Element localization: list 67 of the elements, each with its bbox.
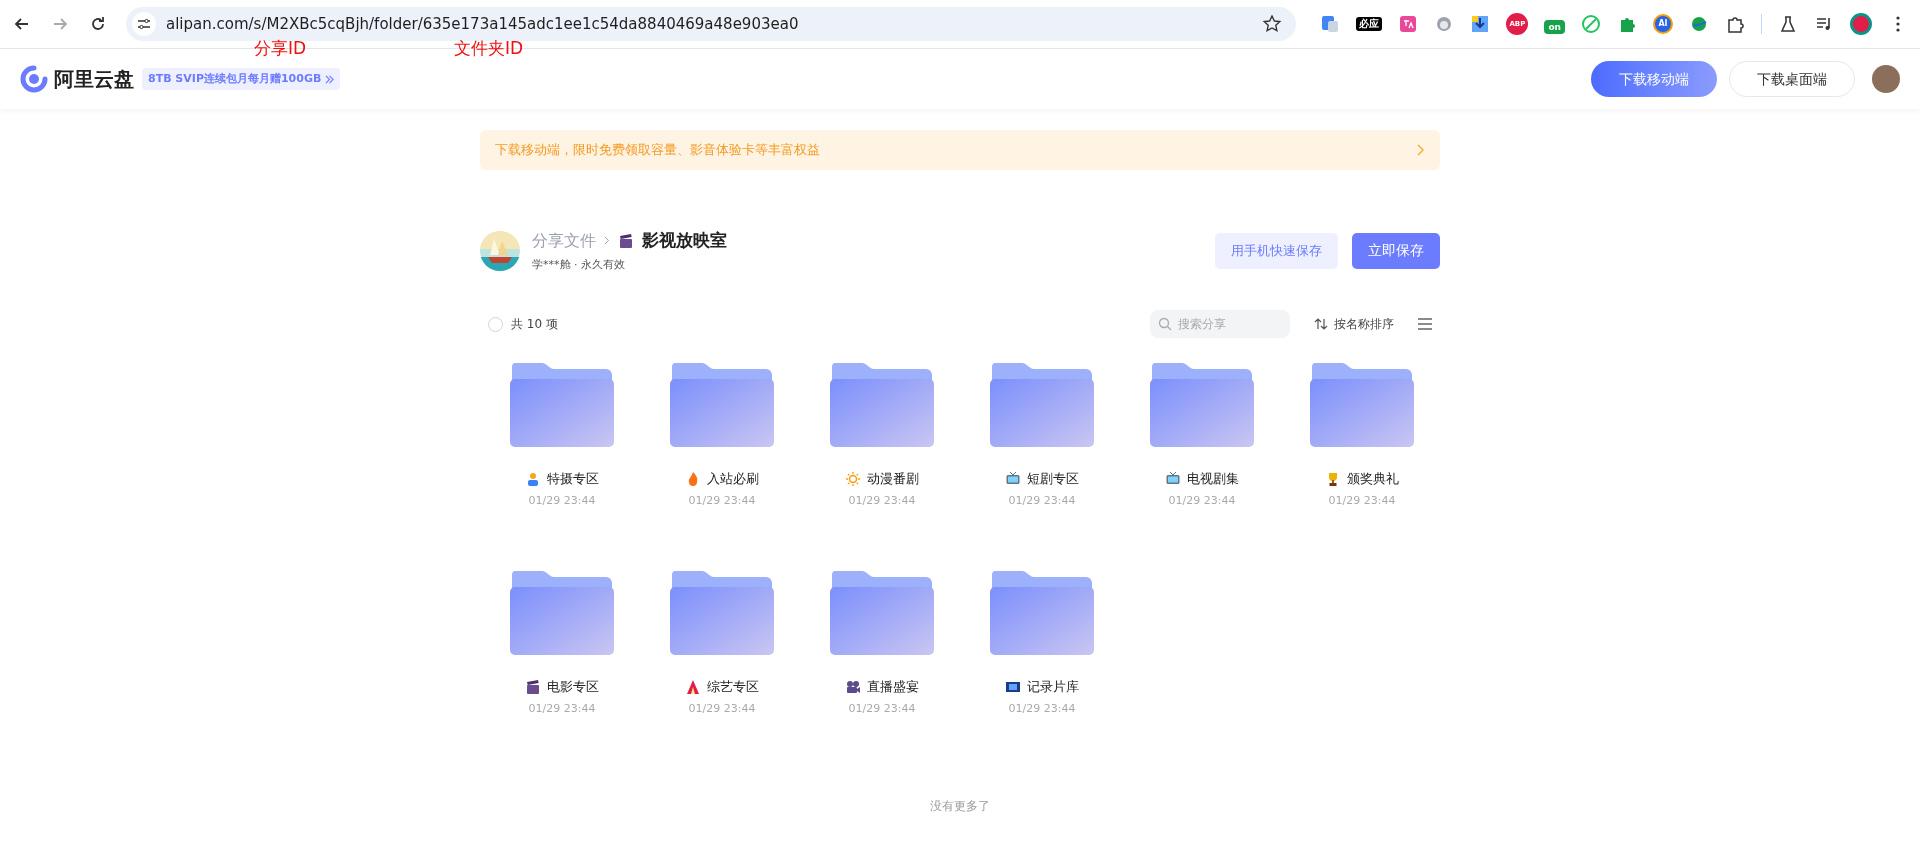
- share-meta: 学***舱 · 永久有效: [532, 256, 626, 273]
- camera-icon: [845, 678, 861, 695]
- folder-date: 01/29 23:44: [1008, 700, 1076, 717]
- banner-text: 下载移动端，限时免费领取容量、影音体验卡等丰富权益: [495, 141, 821, 160]
- folder-title: 影视放映室: [642, 229, 727, 252]
- folder-icon[interactable]: [670, 363, 774, 447]
- leaf-icon[interactable]: [1581, 14, 1601, 34]
- folder-date: 01/29 23:44: [1008, 492, 1076, 509]
- item-count: 共 10 项: [511, 316, 558, 333]
- folder-date: 01/29 23:44: [1168, 492, 1236, 509]
- extension-icon[interactable]: AI: [1653, 14, 1673, 34]
- folder-name[interactable]: 电影专区: [547, 677, 599, 697]
- clapperboard-icon: [525, 678, 541, 695]
- extension-icon[interactable]: [1398, 14, 1419, 34]
- folder-icon[interactable]: [510, 571, 614, 655]
- chevron-right-icon: [1417, 144, 1425, 156]
- logo-icon: [20, 65, 48, 93]
- tv-icon: [1005, 470, 1021, 487]
- folder-date: 01/29 23:44: [688, 492, 756, 509]
- sort-button[interactable]: 按名称排序: [1314, 315, 1394, 333]
- folder-date: 01/29 23:44: [1328, 492, 1396, 509]
- folder-name[interactable]: 短剧专区: [1027, 469, 1079, 489]
- tent-icon: [685, 678, 701, 695]
- folder-name[interactable]: 直播盛宴: [867, 677, 919, 697]
- profile-avatar[interactable]: [1850, 13, 1872, 35]
- folder-icon[interactable]: [670, 571, 774, 655]
- search-field[interactable]: 搜索分享: [1150, 310, 1290, 338]
- folder-name[interactable]: 动漫番剧: [867, 469, 919, 489]
- translate-icon[interactable]: [1320, 14, 1341, 34]
- folder-icon[interactable]: [510, 363, 614, 447]
- folder-name[interactable]: 电视剧集: [1187, 469, 1239, 489]
- site-settings-icon[interactable]: [132, 12, 156, 36]
- folder-name[interactable]: 入站必刷: [707, 469, 759, 489]
- folder-icon[interactable]: [1150, 363, 1254, 447]
- folder-name[interactable]: 特摄专区: [547, 469, 599, 489]
- star-icon[interactable]: [1262, 14, 1283, 34]
- user-avatar[interactable]: [1872, 65, 1900, 93]
- folder-icon[interactable]: [830, 363, 934, 447]
- extension-icon[interactable]: 必应: [1356, 17, 1383, 31]
- folder-date: 01/29 23:44: [848, 492, 916, 509]
- url-text: alipan.com/s/M2XBc5cqBjh/folder/635e173a145adc1ee1c54da8840469a48e903ea0: [166, 13, 800, 35]
- logo-text[interactable]: 阿里云盘: [54, 64, 134, 94]
- folder-icon[interactable]: [1310, 363, 1414, 447]
- folder-date: 01/29 23:44: [528, 492, 596, 509]
- folder-date: 01/29 23:44: [528, 700, 596, 717]
- search-icon: [1158, 317, 1172, 331]
- folder-icon[interactable]: [990, 363, 1094, 447]
- chevron-right-icon: [604, 236, 610, 246]
- folder-icon[interactable]: [990, 571, 1094, 655]
- double-chevron-icon: [325, 74, 335, 84]
- extensions-icon[interactable]: [1725, 14, 1745, 34]
- folder-name[interactable]: 颁奖典礼: [1347, 469, 1399, 489]
- list-view-icon[interactable]: [1418, 318, 1432, 330]
- sun-icon: [845, 470, 861, 487]
- sort-icon: [1314, 318, 1328, 330]
- flask-icon[interactable]: [1778, 14, 1798, 34]
- save-button[interactable]: 立即保存: [1352, 232, 1440, 269]
- end-of-list-text: 没有更多了: [930, 798, 990, 815]
- folder-name[interactable]: 综艺专区: [707, 677, 759, 697]
- download-icon[interactable]: [1470, 14, 1491, 34]
- person-icon: [525, 470, 541, 487]
- folder-date: 01/29 23:44: [848, 700, 916, 717]
- folder-name[interactable]: 记录片库: [1027, 677, 1079, 697]
- folder-icon[interactable]: [830, 571, 934, 655]
- clapperboard-icon: [618, 232, 634, 249]
- tv-icon: [1165, 470, 1181, 487]
- folder-date: 01/29 23:44: [688, 700, 756, 717]
